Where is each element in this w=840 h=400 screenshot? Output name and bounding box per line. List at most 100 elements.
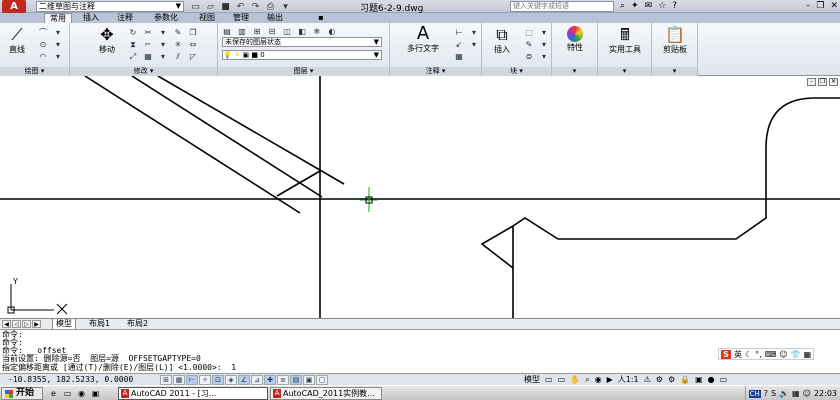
properties-button[interactable]: 特性	[556, 26, 594, 53]
otrack-icon[interactable]: ∠	[238, 375, 250, 385]
dropdown-icon[interactable]: ▾	[537, 26, 551, 37]
application-menu-button[interactable]: A	[2, 0, 26, 13]
print-icon[interactable]: ⎙	[265, 2, 276, 12]
favorites-star-icon[interactable]: ☆	[658, 0, 666, 13]
help-icon[interactable]: ?	[764, 389, 768, 398]
circle-icon[interactable]: ⊙	[36, 38, 50, 49]
next-layout-icon[interactable]: ▷	[22, 320, 31, 328]
qp-icon[interactable]: ▣	[303, 375, 315, 385]
scale-icon[interactable]: ⤢	[126, 50, 140, 61]
panel-title-layers[interactable]: 图层 ▾	[218, 67, 389, 76]
new-file-icon[interactable]: ▭	[190, 2, 201, 12]
ime-toolbar[interactable]: S 英 ☾ °, ⌨ ☺ 👕 ▦	[718, 348, 815, 360]
layer-match-icon[interactable]: ⊞	[250, 25, 264, 36]
leader-icon[interactable]: ↙	[452, 38, 466, 49]
taskbar-item[interactable]: AutoCAD_2011实例教...	[270, 387, 382, 400]
layer-state-dropdown[interactable]: 未保存的图层状态 ▼	[222, 37, 382, 47]
minimize-icon[interactable]: –	[807, 78, 816, 86]
explode-icon[interactable]: ✳	[171, 38, 185, 49]
offset-icon[interactable]: ⫽	[171, 50, 185, 61]
tpy-icon[interactable]: ▤	[290, 375, 302, 385]
minimize-icon[interactable]: –	[806, 1, 811, 12]
restore-icon[interactable]: ❐	[816, 1, 824, 12]
ortho-icon[interactable]: ⊢	[186, 375, 198, 385]
speaker-icon[interactable]: 🔊	[779, 389, 789, 398]
search-icon[interactable]: ⌕	[620, 0, 625, 13]
dropdown-icon[interactable]: ▾	[156, 26, 170, 37]
dropdown-icon[interactable]: ▾	[51, 50, 65, 61]
panel-title-block[interactable]: 块 ▾	[482, 67, 551, 76]
arrow-polyline[interactable]	[480, 225, 514, 269]
folder-icon[interactable]: ▭	[62, 388, 73, 399]
tab-parametric[interactable]: 参数化	[146, 13, 186, 23]
attribute-icon[interactable]: ⊜	[522, 50, 536, 61]
osnap-icon[interactable]: ⊡	[212, 375, 224, 385]
clock[interactable]: 22:03	[814, 389, 837, 398]
help-icon[interactable]: ?	[672, 0, 677, 13]
dropdown-icon[interactable]: ▾	[537, 50, 551, 61]
dropdown-icon[interactable]: ▾	[467, 26, 481, 37]
tab-home[interactable]: 常用	[44, 13, 72, 23]
command-prompt-input[interactable]: 指定偏移距离或 [通过(T)/删除(E)/图层(L)] <1.0000>: 1	[2, 363, 236, 372]
sc-icon[interactable]: ▢	[316, 375, 328, 385]
dropdown-icon[interactable]: ▾	[156, 50, 170, 61]
lineweight-icon[interactable]: ≡	[277, 375, 289, 385]
chamfer-icon[interactable]: ◸	[186, 50, 200, 61]
panel-title-modify[interactable]: 修改 ▾	[70, 67, 217, 76]
create-block-icon[interactable]: ⬚	[522, 26, 536, 37]
shape-arc[interactable]	[765, 97, 840, 149]
search-input[interactable]: 键入关键字或短语	[510, 1, 614, 12]
edit-block-icon[interactable]: ✎	[522, 38, 536, 49]
tab-view[interactable]: 视图	[194, 13, 220, 23]
save-icon[interactable]: ■	[220, 2, 231, 12]
prev-layout-icon[interactable]: ◁	[12, 320, 21, 328]
last-layout-icon[interactable]: ▶	[32, 320, 41, 328]
polyline-icon[interactable]: ⌒	[36, 26, 50, 37]
ribbon-minimize-icon[interactable]: ▪	[314, 13, 328, 23]
open-file-icon[interactable]: ▱	[205, 2, 216, 12]
network-icon[interactable]: ▦	[792, 389, 800, 398]
dropdown-icon[interactable]: ▾	[156, 38, 170, 49]
restore-icon[interactable]: ❐	[818, 78, 827, 86]
dyn-icon[interactable]: ✚	[264, 375, 276, 385]
array-icon[interactable]: ▦	[141, 50, 155, 61]
layer-state-icon[interactable]: ▥	[235, 25, 249, 36]
layer-off-icon[interactable]: ◐	[325, 25, 339, 36]
panel-title-utilities[interactable]: ▾	[598, 67, 651, 76]
clipboard-button[interactable]: 📋 剪贴板	[656, 26, 694, 55]
3d-osnap-icon[interactable]: ◈	[225, 375, 237, 385]
drawing-canvas[interactable]: Y – ❐ ✕	[0, 76, 840, 318]
close-icon[interactable]: ✕	[829, 78, 838, 86]
subscription-icon[interactable]: ✦	[631, 0, 639, 13]
dropdown-icon[interactable]: ▾	[467, 38, 481, 49]
insert-block-button[interactable]: ⧉ 插入	[486, 26, 518, 55]
arc-icon[interactable]: ◠	[36, 50, 50, 61]
shape-polyline[interactable]	[512, 148, 767, 318]
panel-title-properties[interactable]: ▾	[552, 67, 597, 76]
rotate-icon[interactable]: ↻	[126, 26, 140, 37]
copy-icon[interactable]: ❐	[186, 26, 200, 37]
grid-icon[interactable]: ▦	[173, 375, 185, 385]
start-button[interactable]: 开始	[1, 387, 43, 400]
dropdown-icon[interactable]: ▾	[51, 38, 65, 49]
polar-icon[interactable]: ✧	[199, 375, 211, 385]
close-icon[interactable]: ✕	[830, 1, 838, 12]
tab-output[interactable]: 输出	[262, 13, 288, 23]
utilities-button[interactable]: 🖩 实用工具	[602, 26, 648, 55]
taskbar-item[interactable]: AutoCAD 2011 - [习...	[118, 387, 268, 400]
diagonal-line[interactable]	[131, 76, 323, 198]
panel-title-annotation[interactable]: 注释 ▾	[390, 67, 481, 76]
snap-icon[interactable]: ⊞	[160, 375, 172, 385]
qq-icon[interactable]: ☺	[803, 389, 811, 398]
fillet-icon[interactable]: ⌐	[141, 38, 155, 49]
panel-title-clipboard[interactable]: ▾	[652, 67, 697, 76]
communication-icon[interactable]: ✉	[645, 0, 653, 13]
move-button[interactable]: ✥ 移动	[92, 26, 122, 55]
dropdown-icon[interactable]: ▾	[51, 26, 65, 37]
redo-icon[interactable]: ↷	[250, 2, 261, 12]
dimension-icon[interactable]: ⊢	[452, 26, 466, 37]
panel-title-draw[interactable]: 绘图 ▾	[0, 67, 69, 76]
tab-manage[interactable]: 管理	[228, 13, 254, 23]
table-icon[interactable]: ▦	[452, 50, 466, 61]
diagonal-line[interactable]	[157, 76, 345, 185]
